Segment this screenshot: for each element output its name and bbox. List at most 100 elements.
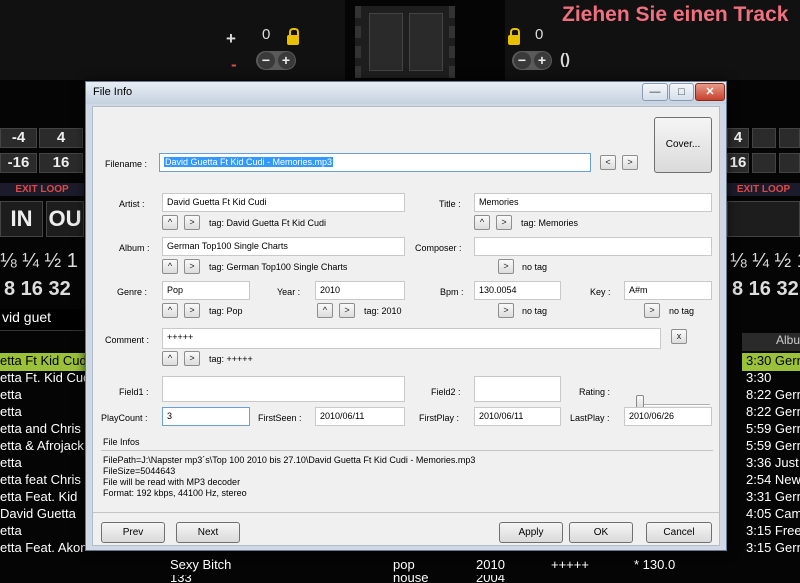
composer-input[interactable] [474, 237, 712, 256]
left-pitch-plus-button[interactable]: + [226, 29, 236, 49]
album-copy-arrow[interactable]: > [184, 259, 200, 274]
year-copy-arrow[interactable]: > [339, 303, 355, 318]
lastplay-input[interactable]: 2010/06/26 [624, 407, 712, 426]
track-row-duration-album[interactable]: 5:59 Gern [742, 438, 800, 456]
right-lock-icon[interactable] [508, 28, 520, 45]
field1-input[interactable] [162, 376, 405, 402]
cancel-button[interactable]: Cancel [646, 522, 712, 543]
table-row[interactable]: 133 house 2004 [0, 575, 800, 583]
right-beat-fractions[interactable]: ⅛ ¼ ½ 1 [730, 250, 800, 273]
track-row-duration-album[interactable]: 3:15 Free [742, 523, 800, 541]
artist-up-arrow[interactable]: ^ [162, 215, 178, 230]
next-button[interactable]: Next [176, 522, 240, 543]
right-loop-button-3[interactable] [779, 128, 800, 148]
maximize-button[interactable]: □ [669, 83, 694, 101]
firstplay-label: FirstPlay : [419, 413, 460, 423]
loop-16-button[interactable]: 16 [39, 153, 83, 173]
track-row-duration-album[interactable]: 3:30 [742, 370, 800, 388]
track-row-duration-album[interactable]: 8:22 Gern [742, 404, 800, 422]
title-up-arrow[interactable]: ^ [474, 215, 490, 230]
track-row-title[interactable]: etta and Chris [0, 421, 85, 439]
track-row-duration-album[interactable]: 8:22 Gern [742, 387, 800, 405]
track-row-duration-album[interactable]: 3:15 Gern [742, 540, 800, 558]
left-pitch-minus-button[interactable]: - [231, 55, 237, 75]
album-column-header[interactable]: Albu [742, 333, 800, 351]
playcount-input[interactable]: 3 [162, 407, 250, 426]
track-row-duration-album[interactable]: 3:36 Just [742, 455, 800, 473]
comment-copy-arrow[interactable]: > [184, 351, 200, 366]
left-lock-icon[interactable] [287, 28, 299, 45]
right-loop-button-6[interactable] [779, 153, 800, 173]
right-loop-in-out-button[interactable] [727, 201, 800, 237]
track-row-title[interactable]: etta [0, 387, 85, 405]
ok-button[interactable]: OK [569, 522, 633, 543]
loop-in-button[interactable]: IN [0, 201, 43, 237]
track-row-duration-album[interactable]: 4:05 Cam [742, 506, 800, 524]
comment-up-arrow[interactable]: ^ [162, 351, 178, 366]
rating-slider-track[interactable] [640, 404, 710, 406]
track-row-title[interactable]: David Guetta [0, 506, 85, 524]
firstseen-input[interactable]: 2010/06/11 [315, 407, 405, 426]
artist-input[interactable]: David Guetta Ft Kid Cudi [162, 193, 405, 212]
key-input[interactable]: A#m [624, 281, 712, 300]
composer-copy-arrow[interactable]: > [498, 259, 514, 274]
right-loop-button-1[interactable]: 4 [727, 128, 749, 148]
track-row-title[interactable]: etta [0, 523, 85, 541]
track-row-duration-album[interactable]: 3:30 Gern [742, 353, 800, 371]
right-loop-button-5[interactable] [752, 153, 776, 173]
filename-prev-arrow[interactable]: < [600, 155, 616, 170]
track-row-title[interactable]: etta feat Chris [0, 472, 85, 490]
track-row-title[interactable]: etta & Afrojack [0, 438, 85, 456]
bpm-copy-arrow[interactable]: > [498, 303, 514, 318]
right-beat-lengths[interactable]: 8 16 32 [732, 278, 799, 301]
track-row-title[interactable]: etta Ft Kid Cudi [0, 353, 85, 371]
track-search-input[interactable]: vid guet [0, 309, 84, 331]
key-copy-arrow[interactable]: > [644, 303, 660, 318]
track-row-title[interactable]: etta Ft. Kid Cudi [0, 370, 85, 388]
minimize-button[interactable]: — [642, 83, 668, 101]
track-row-title[interactable]: etta [0, 404, 85, 422]
cover-button[interactable]: Cover... [654, 117, 712, 173]
firstplay-input[interactable]: 2010/06/11 [474, 407, 561, 426]
apply-button[interactable]: Apply [499, 522, 563, 543]
title-input[interactable]: Memories [474, 193, 712, 212]
right-deck-paren: () [560, 51, 570, 68]
dialog-titlebar[interactable]: File Info — □ ✕ [86, 82, 726, 104]
track-row-duration-album[interactable]: 3:31 Gern [742, 489, 800, 507]
close-button[interactable]: ✕ [695, 83, 725, 101]
bpm-input[interactable]: 130.0054 [474, 281, 561, 300]
left-beat-fractions[interactable]: ⅛ ¼ ½ 1 [0, 250, 78, 273]
track-row-title[interactable]: etta Feat. Kid [0, 489, 85, 507]
right-loop-button-4[interactable]: 16 [727, 153, 749, 173]
comment-input[interactable]: +++++ [162, 328, 661, 349]
table-row[interactable]: Sexy Bitch pop 2010 +++++ * 130.0 [0, 557, 800, 575]
album-input[interactable]: German Top100 Single Charts [162, 237, 405, 256]
left-exit-loop-button[interactable]: EXIT LOOP [0, 183, 84, 196]
year-input[interactable]: 2010 [315, 281, 405, 300]
comment-clear-button[interactable]: x [671, 329, 687, 344]
artist-copy-arrow[interactable]: > [184, 215, 200, 230]
right-exit-loop-button[interactable]: EXIT LOOP [727, 183, 800, 196]
left-beat-lengths[interactable]: 8 16 32 [4, 278, 71, 301]
title-copy-arrow[interactable]: > [496, 215, 512, 230]
track-row-duration-album[interactable]: 2:54 New [742, 472, 800, 490]
track-row-title[interactable]: etta [0, 455, 85, 473]
genre-copy-arrow[interactable]: > [184, 303, 200, 318]
field2-input[interactable] [474, 376, 561, 402]
right-minus-plus-control[interactable]: − + [512, 51, 552, 70]
loop-4-button[interactable]: 4 [39, 128, 83, 148]
genre-up-arrow[interactable]: ^ [162, 303, 178, 318]
loop-minus-16-button[interactable]: -16 [0, 153, 37, 173]
album-up-arrow[interactable]: ^ [162, 259, 178, 274]
filename-input[interactable]: David Guetta Ft Kid Cudi - Memories.mp3 [159, 153, 591, 172]
left-minus-plus-control[interactable]: − + [256, 51, 296, 70]
year-up-arrow[interactable]: ^ [317, 303, 333, 318]
filename-next-arrow[interactable]: > [622, 155, 638, 170]
prev-button[interactable]: Prev [101, 522, 165, 543]
right-loop-button-2[interactable] [752, 128, 776, 148]
track-row-duration-album[interactable]: 5:59 Gern [742, 421, 800, 439]
loop-out-button[interactable]: OU [46, 201, 84, 237]
loop-minus-4-button[interactable]: -4 [0, 128, 37, 148]
track-row-title[interactable]: etta Feat. Akon [0, 540, 85, 558]
genre-input[interactable]: Pop [162, 281, 250, 300]
